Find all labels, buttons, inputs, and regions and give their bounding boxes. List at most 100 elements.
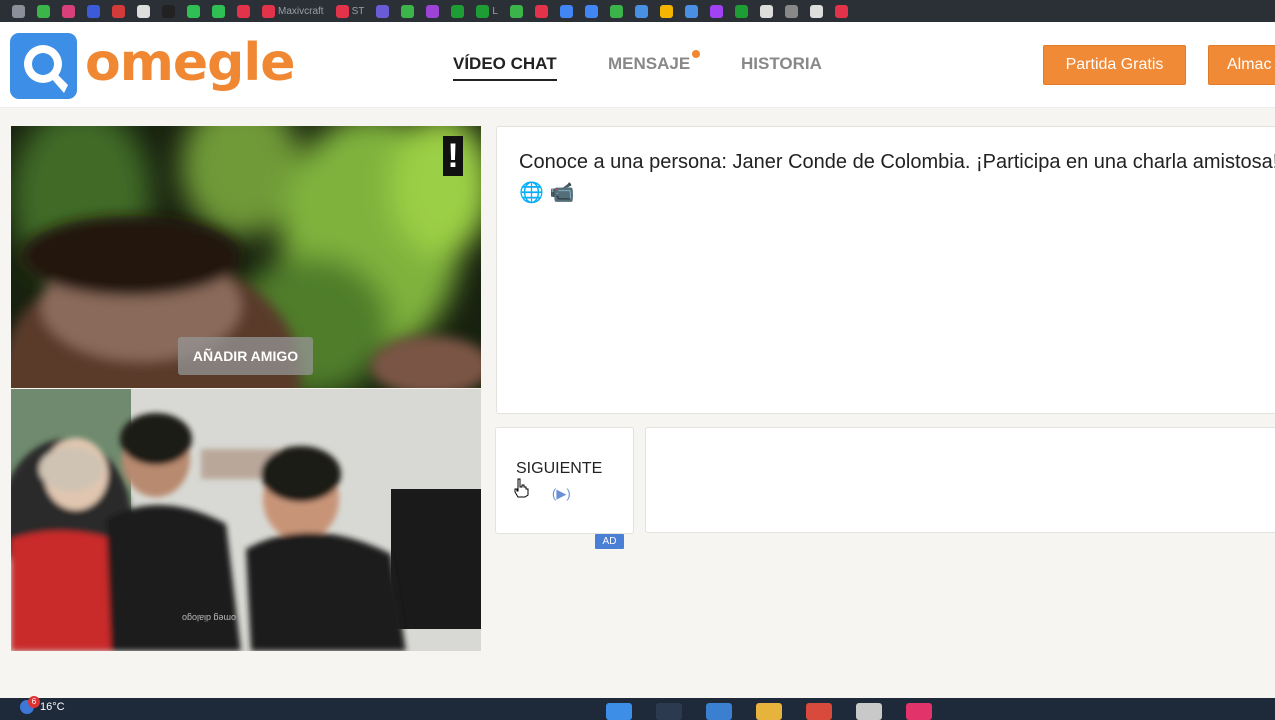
bookmark-item[interactable] (681, 0, 702, 22)
bookmark-icon (426, 4, 440, 18)
bookmark-item[interactable] (397, 0, 418, 22)
bookmark-item[interactable] (133, 0, 154, 22)
bookmark-item[interactable] (656, 0, 677, 22)
bookmark-item[interactable] (581, 0, 602, 22)
report-icon[interactable]: ! (443, 136, 463, 176)
bookmark-item[interactable] (372, 0, 393, 22)
bookmark-item[interactable] (158, 0, 179, 22)
temperature: 16°C (40, 701, 65, 713)
bookmark-icon (684, 4, 698, 18)
bookmark-item[interactable] (831, 0, 852, 22)
stranger-video: ! AÑADIR AMIGO (11, 126, 481, 388)
nav-video-chat[interactable]: VÍDEO CHAT (453, 54, 557, 81)
bookmark-icon (187, 4, 200, 18)
task-view-icon[interactable] (706, 703, 732, 720)
bookmark-item[interactable] (781, 0, 802, 22)
bookmark-item[interactable] (183, 0, 204, 22)
bookmark-item[interactable] (506, 0, 527, 22)
bookmark-item[interactable] (806, 0, 827, 22)
bookmark-item[interactable] (108, 0, 129, 22)
free-match-button[interactable]: Partida Gratis (1043, 45, 1186, 85)
bookmark-item[interactable]: ST (332, 0, 369, 22)
bookmark-icon (12, 4, 25, 18)
bookmark-icon (534, 4, 548, 18)
nav-history[interactable]: HISTORIA (741, 54, 822, 74)
bookmark-icon (584, 4, 598, 18)
bookmark-icon (112, 4, 125, 18)
bookmark-item[interactable] (33, 0, 54, 22)
bookmark-item[interactable] (731, 0, 752, 22)
bookmark-item[interactable] (83, 0, 104, 22)
bookmark-item[interactable] (631, 0, 652, 22)
chat-log: Conoce a una persona: Janer Conde de Col… (496, 126, 1275, 414)
omegle-logo[interactable]: omegle (10, 33, 295, 99)
bookmark-label: Maxivcraft (278, 5, 324, 17)
next-button[interactable]: SIGUIENTE (▶) (495, 427, 634, 534)
watermark-text: omeg dialogo (182, 613, 236, 623)
add-friend-button[interactable]: AÑADIR AMIGO (178, 337, 313, 375)
bookmark-icon (734, 4, 748, 18)
bookmark-icon (212, 4, 225, 18)
message-input[interactable] (645, 427, 1275, 533)
bookmark-icon (37, 4, 50, 18)
omegle-logo-icon (10, 33, 77, 99)
search-icon[interactable] (656, 703, 682, 720)
bookmark-label: L (492, 5, 498, 17)
ad-badge: AD (595, 534, 624, 549)
bookmark-item[interactable] (606, 0, 627, 22)
app-icon[interactable] (906, 703, 932, 720)
bookmark-item[interactable] (531, 0, 552, 22)
bookmark-icon (335, 4, 349, 18)
bookmark-item[interactable] (756, 0, 777, 22)
bookmark-item[interactable] (8, 0, 29, 22)
next-button-label: SIGUIENTE (516, 460, 603, 477)
bookmark-icon (659, 4, 673, 18)
bookmark-label: ST (351, 5, 365, 17)
taskbar: 6 16°C (0, 696, 1275, 720)
bookmark-item[interactable] (422, 0, 443, 22)
store-button[interactable]: Almac (1208, 45, 1275, 85)
hand-cursor-icon (514, 478, 529, 498)
notification-dot (692, 50, 701, 58)
bookmark-icon (634, 4, 648, 18)
weather-widget[interactable]: 6 16°C (20, 696, 65, 714)
bookmark-item[interactable] (447, 0, 468, 22)
self-video: omeg dialogo (11, 389, 481, 651)
bookmark-icon (476, 4, 490, 18)
bookmark-icon (784, 4, 798, 18)
play-icon: (▶) (552, 486, 571, 501)
logo-text: omegle (85, 33, 295, 93)
bookmark-item[interactable] (233, 0, 254, 22)
bookmark-icon (834, 4, 848, 18)
bookmark-icon (162, 4, 175, 18)
bookmark-item[interactable] (208, 0, 229, 22)
self-video-frame: omeg dialogo (11, 389, 481, 651)
site-header: omegle VÍDEO CHAT MENSAJE HISTORIA Parti… (0, 22, 1275, 108)
bookmark-icon (709, 4, 723, 18)
bookmark-icon (87, 4, 100, 18)
nav-message[interactable]: MENSAJE (608, 50, 701, 74)
weather-icon: 6 (20, 696, 40, 714)
bookmark-icon (559, 4, 573, 18)
bookmark-item[interactable] (556, 0, 577, 22)
bookmark-icon (609, 4, 623, 18)
bookmark-icon (451, 4, 465, 18)
bookmark-icon (509, 4, 523, 18)
bookmark-icon (62, 4, 75, 18)
start-icon[interactable] (606, 703, 632, 720)
bookmark-item[interactable] (58, 0, 79, 22)
bookmark-icon (262, 4, 275, 18)
bookmark-item[interactable]: Maxivcraft (258, 0, 328, 22)
bookmark-item[interactable]: L (472, 0, 502, 22)
settings-icon[interactable] (856, 703, 882, 720)
bookmark-icon (237, 4, 250, 18)
bookmark-item[interactable] (706, 0, 727, 22)
chrome-icon[interactable] (806, 703, 832, 720)
nav-message-label: MENSAJE (608, 54, 691, 73)
file-explorer-icon[interactable] (756, 703, 782, 720)
bookmark-icon (376, 4, 390, 18)
chat-system-message: Conoce a una persona: Janer Conde de Col… (519, 151, 1275, 204)
bookmark-icon (137, 4, 150, 18)
bookmarks-bar: Maxivcraft ST L (0, 0, 1275, 22)
notification-count: 6 (28, 696, 40, 708)
